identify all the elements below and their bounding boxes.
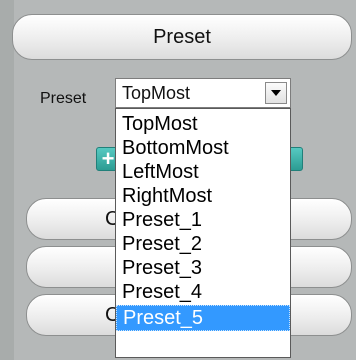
preset-field-label: Preset bbox=[40, 90, 87, 107]
panel-edge bbox=[0, 0, 14, 360]
plus-icon: + bbox=[101, 146, 115, 171]
dropdown-option-bottommost[interactable]: BottomMost bbox=[116, 136, 290, 160]
dropdown-option-leftmost[interactable]: LeftMost bbox=[116, 160, 290, 184]
preset-dropdown-list: TopMost BottomMost LeftMost RightMost Pr… bbox=[115, 108, 291, 358]
preset-select-value: TopMost bbox=[122, 82, 191, 103]
dropdown-option-preset-1[interactable]: Preset_1 bbox=[116, 208, 290, 232]
dropdown-option-preset-2[interactable]: Preset_2 bbox=[116, 232, 290, 256]
ptz-preset-panel: Preset Preset + C C TopMost TopMost Bott… bbox=[0, 0, 356, 360]
triangle-down-icon[interactable] bbox=[265, 82, 287, 104]
dropdown-option-preset-4[interactable]: Preset_4 bbox=[116, 280, 290, 304]
preset-select[interactable]: TopMost bbox=[115, 78, 291, 108]
dropdown-option-topmost[interactable]: TopMost bbox=[116, 112, 290, 136]
dropdown-option-preset-5[interactable]: Preset_5 bbox=[116, 305, 290, 331]
dropdown-option-preset-3[interactable]: Preset_3 bbox=[116, 256, 290, 280]
preset-section-label: Preset bbox=[153, 25, 211, 48]
dropdown-option-rightmost[interactable]: RightMost bbox=[116, 184, 290, 208]
preset-section-button[interactable]: Preset bbox=[12, 14, 352, 60]
